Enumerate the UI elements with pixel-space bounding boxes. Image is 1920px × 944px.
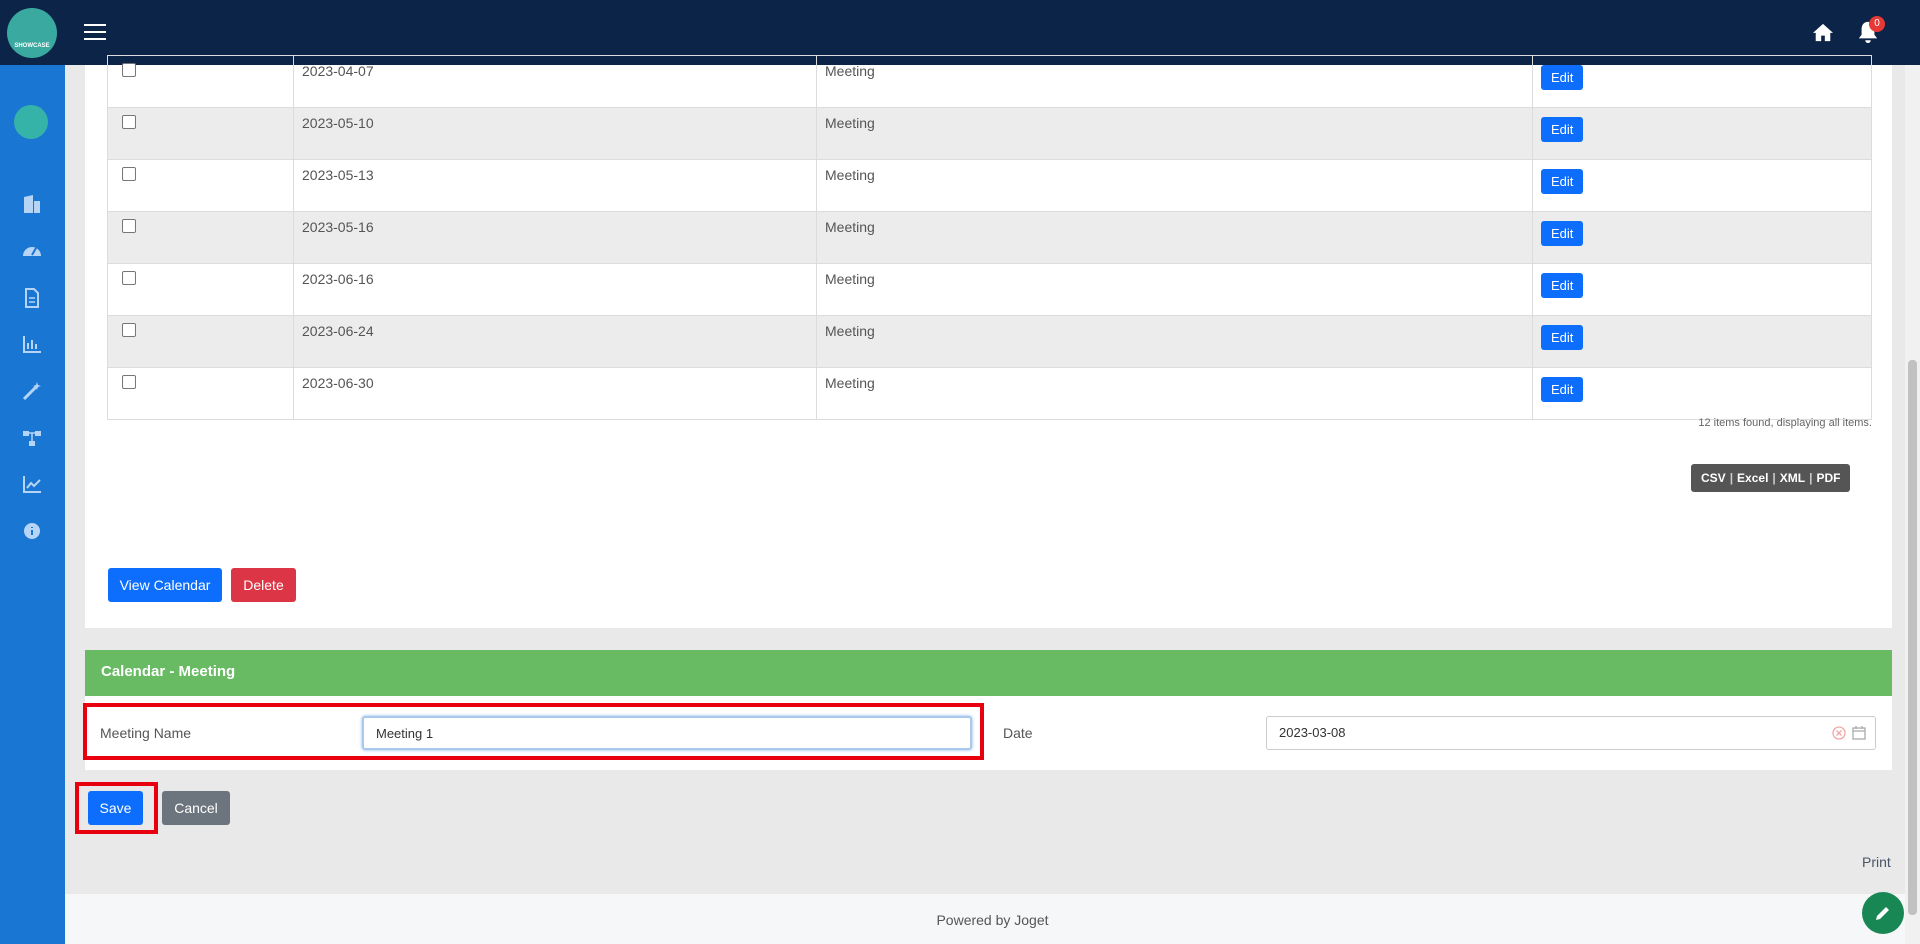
select-cell <box>107 211 294 264</box>
action-cell: Edit <box>1532 55 1872 108</box>
row-checkbox[interactable] <box>122 375 136 389</box>
type-cell: Meeting <box>816 211 1533 264</box>
scrollbar-thumb[interactable] <box>1908 360 1917 915</box>
table-row: 2023-05-10 Meeting Edit <box>107 107 1872 160</box>
cancel-button[interactable]: Cancel <box>162 791 230 825</box>
delete-button[interactable]: Delete <box>231 568 296 602</box>
logo-text: SHOWCASE <box>14 43 50 49</box>
clear-date-icon[interactable] <box>1832 726 1846 740</box>
notification-count-badge: 0 <box>1869 16 1885 32</box>
edit-button[interactable]: Edit <box>1541 117 1584 142</box>
type-cell: Meeting <box>816 263 1533 316</box>
select-cell <box>107 107 294 160</box>
date-cell: 2023-06-16 <box>293 263 817 316</box>
app-logo[interactable]: SHOWCASE <box>7 8 57 58</box>
export-pdf-link[interactable]: PDF <box>1812 471 1844 485</box>
document-icon[interactable] <box>21 287 43 309</box>
type-cell: Meeting <box>816 107 1533 160</box>
select-cell <box>107 263 294 316</box>
sidebar <box>0 65 65 944</box>
date-label: Date <box>1003 725 1033 741</box>
save-button[interactable]: Save <box>88 791 143 825</box>
select-cell <box>107 367 294 420</box>
date-cell: 2023-06-24 <box>293 315 817 368</box>
action-cell: Edit <box>1532 159 1872 212</box>
calendar-picker-icon[interactable] <box>1852 725 1866 740</box>
building-icon[interactable] <box>21 193 43 215</box>
edit-button[interactable]: Edit <box>1541 377 1584 402</box>
table-row: 2023-05-16 Meeting Edit <box>107 211 1872 264</box>
select-cell <box>107 55 294 108</box>
row-checkbox[interactable] <box>122 219 136 233</box>
form-section-title: Calendar - Meeting <box>85 650 1892 696</box>
date-cell: 2023-05-16 <box>293 211 817 264</box>
pencil-icon <box>1876 907 1889 920</box>
type-cell: Meeting <box>816 315 1533 368</box>
bar-chart-icon[interactable] <box>21 333 43 355</box>
select-cell <box>107 315 294 368</box>
date-input[interactable]: 2023-03-08 <box>1266 716 1876 750</box>
edit-button[interactable]: Edit <box>1541 221 1584 246</box>
print-link[interactable]: Print <box>1862 854 1891 870</box>
export-toolbar: CSV | Excel | XML | PDF <box>1691 464 1851 492</box>
date-cell: 2023-06-30 <box>293 367 817 420</box>
edit-button[interactable]: Edit <box>1541 169 1584 194</box>
line-chart-icon[interactable] <box>21 473 43 495</box>
table-row: 2023-06-16 Meeting Edit <box>107 263 1872 316</box>
meetings-table: 2023-04-07 Meeting Edit 2023-05-10 Meeting Ed… <box>107 55 1872 420</box>
date-cell: 2023-04-07 <box>293 55 817 108</box>
export-csv-link[interactable]: CSV <box>1697 471 1730 485</box>
menu-toggle-icon[interactable] <box>84 24 106 40</box>
home-icon[interactable] <box>1812 22 1834 42</box>
action-cell: Edit <box>1532 263 1872 316</box>
table-row: 2023-05-13 Meeting Edit <box>107 159 1872 212</box>
edit-pencil-fab[interactable] <box>1862 892 1904 934</box>
table-row: 2023-06-30 Meeting Edit <box>107 367 1872 420</box>
type-cell: Meeting <box>816 159 1533 212</box>
export-excel-link[interactable]: Excel <box>1733 471 1772 485</box>
type-cell: Meeting <box>816 367 1533 420</box>
edit-button[interactable]: Edit <box>1541 65 1584 90</box>
date-cell: 2023-05-10 <box>293 107 817 160</box>
footer: Powered by Joget <box>65 894 1920 944</box>
row-checkbox[interactable] <box>122 271 136 285</box>
list-panel: 2023-04-07 Meeting Edit 2023-05-10 Meeting Ed… <box>85 55 1892 628</box>
dashboard-gauge-icon[interactable] <box>21 240 43 262</box>
row-checkbox[interactable] <box>122 323 136 337</box>
magic-wand-icon[interactable] <box>21 380 43 402</box>
sitemap-icon[interactable] <box>21 427 43 449</box>
edit-button[interactable]: Edit <box>1541 273 1584 298</box>
view-calendar-button[interactable]: View Calendar <box>108 568 222 602</box>
table-row: 2023-06-24 Meeting Edit <box>107 315 1872 368</box>
brand-globe-icon[interactable] <box>14 105 48 139</box>
action-cell: Edit <box>1532 107 1872 160</box>
row-checkbox[interactable] <box>122 115 136 129</box>
action-cell: Edit <box>1532 211 1872 264</box>
export-xml-link[interactable]: XML <box>1776 471 1809 485</box>
info-icon[interactable] <box>21 520 43 542</box>
date-value: 2023-03-08 <box>1279 725 1346 740</box>
date-cell: 2023-05-13 <box>293 159 817 212</box>
action-cell: Edit <box>1532 367 1872 420</box>
type-cell: Meeting <box>816 55 1533 108</box>
edit-button[interactable]: Edit <box>1541 325 1584 350</box>
select-cell <box>107 159 294 212</box>
meeting-name-label: Meeting Name <box>100 725 192 741</box>
items-found-text: 12 items found, displaying all items. <box>1698 417 1872 429</box>
table-row: 2023-04-07 Meeting Edit <box>107 55 1872 108</box>
meeting-name-input[interactable]: Meeting 1 <box>362 716 972 750</box>
row-checkbox[interactable] <box>122 63 136 77</box>
action-cell: Edit <box>1532 315 1872 368</box>
row-checkbox[interactable] <box>122 167 136 181</box>
